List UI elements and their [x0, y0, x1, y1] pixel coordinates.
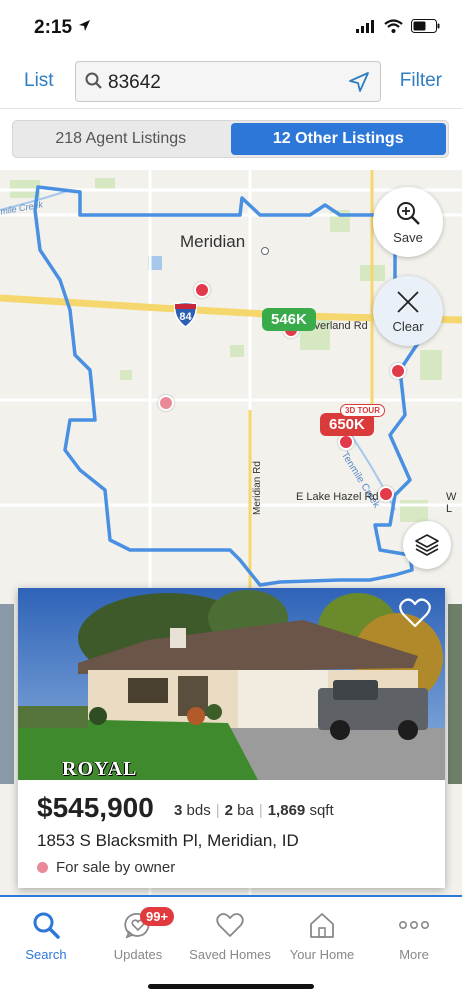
beds-unit: bds: [186, 802, 211, 819]
baths-value: 2: [224, 802, 233, 819]
search-header: List 83642 Filter: [0, 56, 462, 108]
interstate-number: 84: [179, 311, 192, 323]
baths-unit: ba: [237, 802, 254, 819]
home-indicator: [148, 984, 314, 989]
listing-type-segment: 218 Agent Listings 12 Other Listings: [12, 120, 449, 158]
listing-status: For sale by owner: [37, 859, 175, 876]
map-pin[interactable]: [390, 363, 406, 379]
dots-icon: [399, 920, 429, 930]
status-bar: 2:15: [0, 0, 462, 56]
sqft-value: 1,869: [267, 802, 306, 819]
house-icon: [310, 913, 334, 938]
current-location-icon[interactable]: [348, 71, 370, 93]
filter-button[interactable]: Filter: [400, 70, 442, 92]
listing-status-text: For sale by owner: [56, 859, 176, 876]
listing-card[interactable]: ROYAL $545,900 3 bds | 2 ba | 1,869 sqft 185…: [18, 588, 445, 888]
tab-saved-homes[interactable]: Saved Homes: [184, 909, 276, 962]
search-icon: [33, 912, 60, 939]
road-label-meridian-rd: Meridian Rd: [252, 461, 263, 515]
tab-your-home[interactable]: Your Home: [276, 909, 368, 962]
clear-boundary-button[interactable]: Clear: [373, 276, 443, 346]
search-query: 83642: [108, 72, 161, 93]
listing-price: $545,900: [37, 792, 154, 823]
map-layers-button[interactable]: [403, 521, 451, 569]
road-label-lake-hazel-w: W L: [446, 491, 457, 515]
listing-specs: 3 bds | 2 ba | 1,869 sqft: [174, 802, 334, 819]
map-pin[interactable]: [194, 282, 210, 298]
city-center-dot: [261, 247, 269, 255]
heart-icon: [216, 913, 244, 937]
tab-search[interactable]: Search: [0, 909, 92, 962]
layers-icon: [415, 534, 439, 556]
tab-more[interactable]: More: [368, 909, 460, 962]
photo-watermark: ROYAL: [62, 758, 138, 780]
search-input[interactable]: 83642: [75, 61, 381, 102]
magnifier-plus-icon: [397, 201, 420, 225]
tab-saved-homes-label: Saved Homes: [189, 947, 271, 962]
close-icon: [397, 290, 419, 313]
tab-agent-listings[interactable]: 218 Agent Listings: [13, 121, 229, 157]
interstate-shield-icon: 84: [173, 301, 198, 328]
3d-tour-badge: 3D TOUR: [340, 404, 385, 417]
status-time: 2:15: [34, 17, 73, 38]
tab-other-listings[interactable]: 12 Other Listings: [230, 123, 446, 155]
updates-badge: 99+: [140, 907, 175, 926]
tab-search-label: Search: [25, 947, 67, 962]
map-pin[interactable]: [378, 486, 394, 502]
save-search-button[interactable]: Save: [373, 187, 443, 257]
tab-more-label: More: [399, 947, 429, 962]
listing-address: 1853 S Blacksmith Pl, Meridian, ID: [37, 831, 299, 850]
listing-photo[interactable]: ROYAL: [18, 588, 445, 780]
location-arrow-icon: [79, 20, 90, 31]
list-view-button[interactable]: List: [24, 70, 54, 92]
battery-icon: [411, 19, 440, 33]
tab-your-home-label: Your Home: [289, 947, 355, 962]
previous-listing-card[interactable]: [0, 604, 14, 784]
sqft-unit: sqft: [309, 802, 334, 819]
tab-updates-label: Updates: [113, 947, 163, 962]
save-label: Save: [393, 229, 423, 245]
search-icon: [85, 72, 102, 89]
favorite-heart-icon[interactable]: [399, 598, 431, 628]
wifi-icon: [384, 19, 403, 33]
map-pin[interactable]: [158, 395, 174, 411]
road-label-lake-hazel: E Lake Hazel Rd: [296, 491, 379, 503]
next-listing-card[interactable]: [448, 604, 462, 784]
header-divider: [0, 108, 462, 109]
signal-icon: [356, 19, 374, 33]
beds-value: 3: [174, 802, 183, 819]
map-city-label: Meridian: [180, 232, 246, 251]
map-pin[interactable]: [338, 434, 354, 450]
status-dot-icon: [37, 862, 48, 873]
clear-label: Clear: [392, 318, 424, 334]
price-tag[interactable]: 546K: [262, 308, 316, 331]
